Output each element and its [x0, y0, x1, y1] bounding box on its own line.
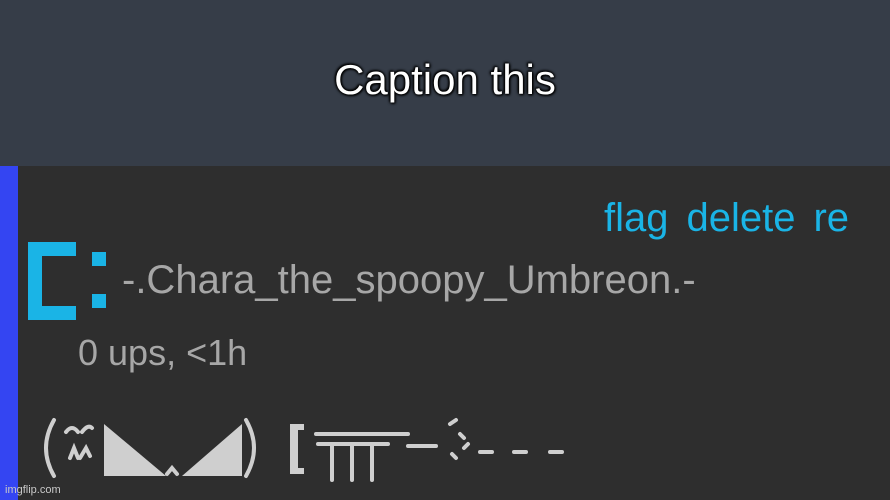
caption-bar: Caption this: [0, 0, 890, 166]
user-avatar-icon[interactable]: [28, 242, 112, 320]
kaomoji-gun-icon: [44, 418, 564, 482]
caption-text: Caption this: [334, 56, 556, 103]
comment-username[interactable]: -.Chara_the_spoopy_Umbreon.-: [122, 258, 696, 303]
watermark: imgflip.com: [5, 484, 61, 496]
comment-accent-bar: [0, 166, 18, 500]
comment-meta: 0 ups, <1h: [78, 332, 248, 373]
delete-link[interactable]: delete: [687, 196, 796, 240]
flag-link[interactable]: flag: [604, 196, 669, 240]
comment-panel: flag delete re -.Chara_the_spoopy_Umbreon.…: [0, 166, 890, 500]
comment-actions: flag delete re: [604, 196, 867, 241]
reply-link[interactable]: re: [813, 196, 849, 240]
